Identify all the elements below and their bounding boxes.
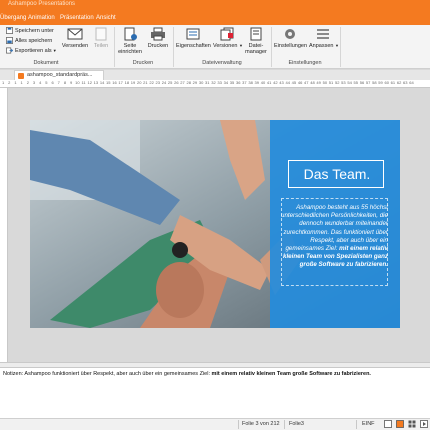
ribbon-separator (114, 27, 115, 67)
export-as-button[interactable]: Exportieren als▼ (6, 47, 57, 56)
document-tab-bar: ashampoo_standardpräs... (0, 70, 430, 80)
slide-body-text[interactable]: Ashampoo besteht aus 55 höchst unterschi… (274, 204, 388, 270)
share-label: Teilen (93, 43, 109, 49)
customize-label: Anpassen ▼ (309, 43, 339, 49)
view-normal-icon[interactable] (384, 420, 392, 430)
notes-plain: Notizen: Ashampoo funktioniert über Resp… (3, 371, 212, 377)
tab-ansicht[interactable]: Ansicht (96, 15, 116, 21)
chevron-down-icon: ▼ (335, 43, 339, 48)
document-tab-label: ashampoo_standardpräs... (27, 72, 93, 78)
group-label-drucken: Drucken (132, 60, 154, 66)
status-slide-position: Folie 3 von 212 (242, 421, 280, 427)
tab-uebergang[interactable]: Übergang (0, 15, 26, 21)
status-insert-mode[interactable]: EINF (362, 421, 375, 427)
printer-icon (151, 27, 165, 41)
page-setup-label-2: einrichten (118, 49, 142, 55)
versions-icon (220, 27, 234, 41)
status-bar: Folie 3 von 212 Folie3 EINF (0, 418, 430, 430)
properties-label: Eigenschaften (176, 43, 211, 49)
group-label-dokument: Dokument (33, 60, 59, 66)
ribbon-separator (271, 27, 272, 67)
file-manager-button[interactable]: Datei- manager (243, 27, 269, 59)
status-divider (284, 420, 285, 429)
save-all-icon (6, 37, 13, 44)
status-slide-name: Folie3 (289, 421, 304, 427)
group-label-einstellungen: Einstellungen (288, 60, 322, 66)
ribbon-separator (340, 27, 341, 67)
ribbon: Speichern unter Alles speichern Exportie… (0, 25, 430, 69)
document-tab[interactable]: ashampoo_standardpräs... (14, 70, 104, 80)
title-bar: Ashampoo Presentations (0, 0, 430, 14)
customize-button[interactable]: Anpassen ▼ (309, 27, 339, 59)
slide[interactable]: Das Team. Ashampoo besteht aus 55 höchst… (30, 120, 400, 328)
ribbon-tab-bar: Übergang Animation Präsentation Ansicht (0, 14, 430, 25)
vertical-ruler[interactable] (0, 88, 8, 362)
chevron-down-icon: ▼ (52, 47, 57, 53)
notes-text: Notizen: Ashampoo funktioniert über Resp… (3, 371, 371, 377)
notes-pane[interactable]: Notizen: Ashampoo funktioniert über Resp… (0, 368, 430, 418)
properties-icon (186, 28, 200, 40)
send-button[interactable]: Versenden (60, 27, 90, 59)
send-label: Versenden (61, 43, 89, 49)
group-label-dateiverwaltung: Dateiverwaltung (202, 60, 242, 66)
slide-title-box[interactable]: Das Team. (288, 160, 384, 188)
save-as-label: Speichern unter (15, 27, 54, 34)
gear-icon (285, 29, 295, 39)
view-slide-sorter-icon[interactable] (408, 420, 416, 430)
view-outline-icon[interactable] (396, 420, 404, 430)
export-as-label: Exportieren als (15, 47, 52, 54)
slide-canvas: Das Team. Ashampoo besteht aus 55 höchst… (8, 88, 430, 362)
share-icon (95, 27, 107, 41)
print-button[interactable]: Drucken (145, 27, 171, 59)
properties-button[interactable]: Eigenschaften (176, 27, 211, 59)
window-title: Ashampoo Presentations (8, 1, 76, 7)
settings-label: Einstellungen (274, 43, 308, 49)
horizontal-ruler[interactable]: 1 2 1 1 2 3 4 5 6 7 8 9 10 11 12 13 14 15 16 17 18 19 20 21 22 23… (0, 80, 430, 88)
slide-title: Das Team. (303, 166, 371, 182)
status-divider (238, 420, 239, 429)
app-window: Ashampoo Presentations Übergang Animatio… (0, 0, 430, 430)
presentation-file-icon (18, 73, 24, 79)
page-setup-icon (124, 27, 137, 41)
file-manager-icon (250, 27, 262, 41)
envelope-icon (67, 28, 83, 40)
save-all-label: Alles speichern (15, 37, 53, 44)
export-icon (6, 47, 13, 54)
versions-label: Versionen ▼ (213, 43, 243, 49)
tab-praesentation[interactable]: Präsentation (60, 15, 94, 21)
status-divider (356, 420, 357, 429)
tab-animation[interactable]: Animation (28, 15, 55, 21)
notes-bold: mit einem relativ kleinen Team große Sof… (211, 371, 371, 377)
file-manager-label-2: manager (245, 49, 267, 55)
print-label: Drucken (147, 43, 169, 49)
save-as-icon (6, 27, 13, 34)
versions-button[interactable]: Versionen ▼ (213, 27, 243, 59)
page-setup-button[interactable]: Seite einrichten (117, 27, 143, 59)
save-all-button[interactable]: Alles speichern (6, 37, 52, 46)
ribbon-separator (173, 27, 174, 67)
save-as-button[interactable]: Speichern unter (6, 27, 54, 36)
share-button[interactable]: Teilen (90, 27, 112, 59)
settings-button[interactable]: Einstellungen (274, 27, 308, 59)
ruler-mark: 64 (409, 80, 414, 85)
view-presentation-icon[interactable] (420, 420, 428, 430)
customize-icon (317, 29, 329, 39)
